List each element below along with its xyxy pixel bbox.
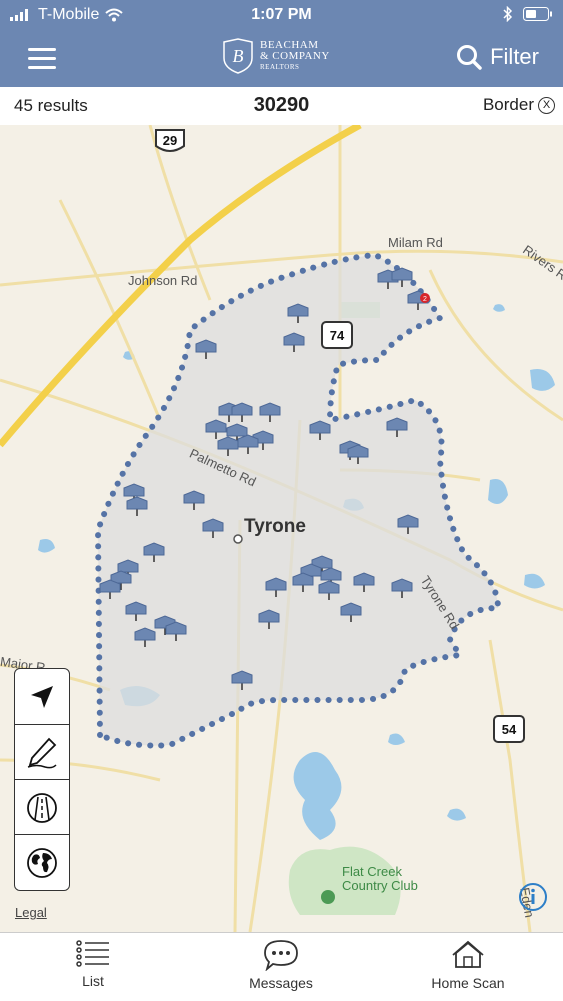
logo-letter: B: [233, 46, 244, 66]
map-type-road-button[interactable]: [15, 779, 69, 835]
search-zip: 30290: [253, 94, 310, 116]
logo-line-1: BEACHAM: [260, 38, 319, 51]
menu-icon[interactable]: [28, 42, 56, 72]
border-label: Border: [482, 95, 534, 114]
map-view[interactable]: 29 74 54 2 Milam Rd Johnson Rd Rivers R …: [0, 125, 563, 932]
close-border-icon[interactable]: X: [538, 96, 555, 114]
tab-bar: List Messages Home Scan: [0, 932, 563, 1001]
tab-list-label: List: [82, 973, 104, 989]
logo-shield-icon: B: [223, 38, 253, 74]
svg-text:74: 74: [330, 328, 345, 343]
location-arrow-icon: [31, 685, 53, 708]
golf-course-icon: [321, 890, 335, 904]
town-label-tyrone: Tyrone: [244, 516, 306, 537]
draw-pencil-icon: [27, 737, 57, 768]
status-time: 1:07 PM: [251, 6, 312, 23]
map-type-satellite-button[interactable]: [15, 834, 69, 890]
status-bar: T-Mobile 1:07 PM: [0, 0, 563, 30]
sr-74-shield: 74: [321, 321, 353, 349]
logo-text: BEACHAM & COMPANY REALTORS: [260, 38, 330, 73]
nav-bar: B BEACHAM & COMPANY REALTORS Filter: [0, 30, 563, 87]
bluetooth-icon: [503, 6, 513, 22]
svg-text:54: 54: [502, 722, 517, 737]
battery-icon: [523, 7, 552, 21]
filter-label: Filter: [490, 44, 539, 69]
filter-button[interactable]: Filter: [456, 44, 539, 70]
locate-me-button[interactable]: [15, 669, 69, 724]
tab-home-scan[interactable]: Home Scan: [408, 939, 528, 991]
status-right: [503, 6, 553, 22]
road-icon: [27, 792, 57, 823]
results-bar: 45 results 30290 Border X: [0, 87, 563, 126]
info-icon[interactable]: [518, 882, 548, 912]
poi-label-line-1: Flat Creek: [342, 864, 402, 879]
draw-border-button[interactable]: [15, 724, 69, 780]
house-scan-icon: [452, 940, 484, 968]
beacham-logo: B BEACHAM & COMPANY REALTORS: [222, 38, 330, 74]
legal-link[interactable]: Legal: [15, 905, 47, 920]
road-label-milam: Milam Rd: [388, 235, 443, 250]
logo-line-3: REALTORS: [260, 62, 300, 71]
list-icon: [76, 940, 109, 967]
tab-home-scan-label: Home Scan: [431, 975, 505, 991]
svg-text:29: 29: [163, 133, 177, 148]
search-icon: [457, 45, 482, 70]
road-label-johnson: Johnson Rd: [128, 273, 198, 288]
poi-label-flat-creek: Flat Creek Country Club: [342, 865, 418, 893]
tab-messages-label: Messages: [249, 975, 313, 991]
border-toggle[interactable]: Border X: [483, 95, 555, 115]
chat-bubble-icon: [264, 940, 298, 971]
map-toolbox: [14, 668, 70, 891]
tab-list[interactable]: List: [33, 939, 153, 989]
cluster-badge: 2: [423, 296, 427, 303]
poi-label-line-2: Country Club: [342, 878, 418, 893]
tyrone-town-dot: [233, 534, 243, 544]
globe-icon: [27, 847, 57, 878]
sr-54-shield: 54: [493, 715, 525, 743]
tab-messages[interactable]: Messages: [221, 939, 341, 991]
logo-line-2: & COMPANY: [260, 49, 330, 62]
us-29-shield: 29: [155, 129, 185, 152]
